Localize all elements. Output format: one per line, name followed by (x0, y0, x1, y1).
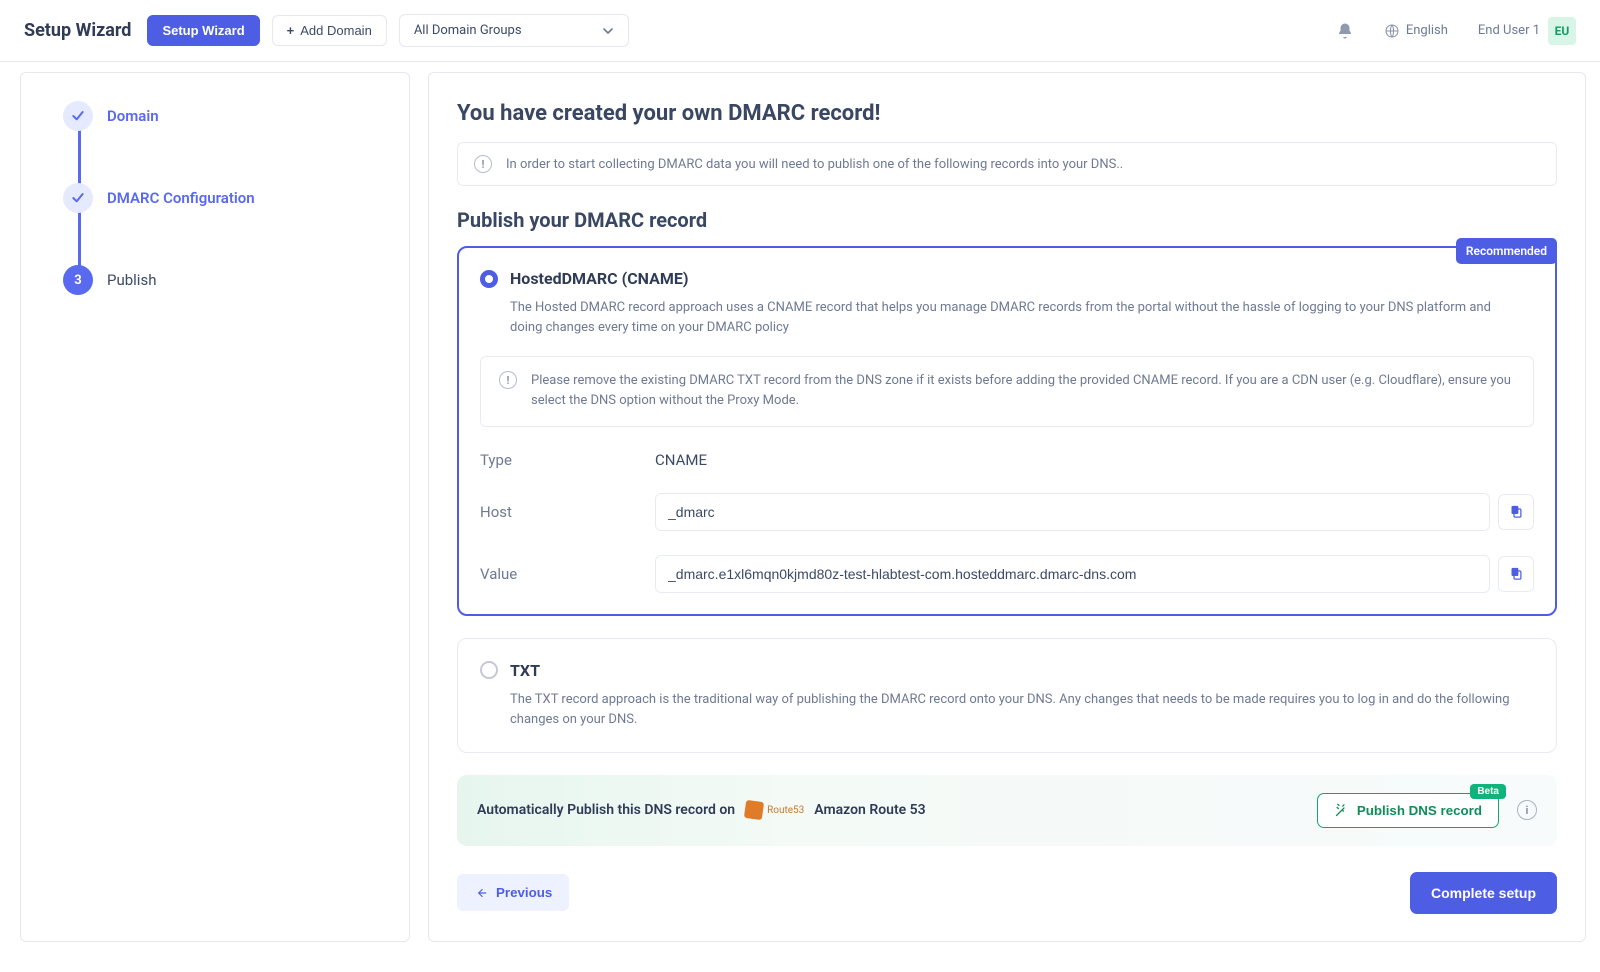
field-host-label: Host (480, 503, 655, 521)
top-info-alert: ! In order to start collecting DMARC dat… (457, 142, 1557, 186)
option-hosted-dmarc[interactable]: Recommended HostedDMARC (CNAME) The Host… (457, 246, 1557, 616)
step-label: DMARC Configuration (107, 189, 255, 207)
wizard-steps: Domain DMARC Configuration 3 Publish (41, 101, 389, 295)
wizard-sidebar: Domain DMARC Configuration 3 Publish (20, 72, 410, 942)
field-type: Type CNAME (480, 451, 1534, 469)
language-switcher[interactable]: English (1384, 23, 1448, 39)
hosted-description: The Hosted DMARC record approach uses a … (510, 298, 1520, 338)
option-txt[interactable]: TXT The TXT record approach is the tradi… (457, 638, 1557, 753)
copy-icon (1509, 566, 1524, 581)
step-dmarc-configuration[interactable]: DMARC Configuration (63, 183, 389, 265)
user-name-label: End User 1 (1478, 23, 1540, 38)
step-domain[interactable]: Domain (63, 101, 389, 183)
field-type-label: Type (480, 451, 655, 469)
topbar: Setup Wizard Setup Wizard + Add Domain A… (0, 0, 1600, 62)
wand-icon (1334, 803, 1349, 818)
field-value-label: Value (480, 565, 655, 583)
value-input[interactable] (655, 555, 1490, 593)
step-label: Domain (107, 107, 159, 125)
wizard-footer: Previous Complete setup (457, 872, 1557, 914)
add-domain-button[interactable]: + Add Domain (272, 15, 387, 46)
copy-host-button[interactable] (1498, 494, 1534, 530)
setup-wizard-button[interactable]: Setup Wizard (147, 15, 259, 46)
recommended-badge: Recommended (1456, 238, 1557, 264)
beta-badge: Beta (1470, 784, 1506, 799)
bell-icon[interactable] (1336, 22, 1354, 40)
txt-radio-row[interactable]: TXT (480, 661, 1534, 680)
complete-setup-button-label: Complete setup (1431, 885, 1536, 901)
check-icon (63, 101, 93, 131)
check-icon (63, 183, 93, 213)
page-title: You have created your own DMARC record! (457, 101, 1557, 126)
auto-publish-prefix: Automatically Publish this DNS record on (477, 802, 735, 818)
field-host: Host (480, 493, 1534, 531)
hosted-warning: ! Please remove the existing DMARC TXT r… (480, 356, 1534, 426)
previous-button-label: Previous (496, 885, 552, 900)
step-label: Publish (107, 271, 156, 289)
copy-icon (1509, 504, 1524, 519)
domain-group-select[interactable]: All Domain Groups (399, 14, 629, 47)
main-panel: You have created your own DMARC record! … (428, 72, 1586, 942)
layout: Domain DMARC Configuration 3 Publish You… (0, 62, 1600, 972)
hosted-warning-text: Please remove the existing DMARC TXT rec… (531, 371, 1515, 411)
auto-publish-panel: Automatically Publish this DNS record on… (457, 775, 1557, 846)
route53-logo-icon: Route53 (745, 801, 804, 819)
hosted-radio-label: HostedDMARC (CNAME) (510, 269, 688, 288)
info-icon[interactable]: i (1517, 800, 1537, 820)
domain-group-selected-label: All Domain Groups (414, 23, 522, 38)
info-icon: ! (474, 155, 492, 173)
step-number: 3 (63, 265, 93, 295)
user-menu[interactable]: End User 1 EU (1478, 17, 1576, 45)
copy-value-button[interactable] (1498, 556, 1534, 592)
complete-setup-button[interactable]: Complete setup (1410, 872, 1557, 914)
brand-title: Setup Wizard (24, 20, 131, 41)
globe-icon (1384, 23, 1400, 39)
top-info-alert-text: In order to start collecting DMARC data … (506, 157, 1123, 172)
field-type-value: CNAME (655, 451, 707, 469)
radio-on-icon[interactable] (480, 270, 498, 288)
radio-off-icon[interactable] (480, 661, 498, 679)
setup-wizard-button-label: Setup Wizard (162, 24, 244, 37)
arrow-left-icon (474, 886, 488, 900)
auto-publish-provider: Amazon Route 53 (814, 802, 925, 818)
step-publish[interactable]: 3 Publish (63, 265, 389, 295)
hosted-radio-row[interactable]: HostedDMARC (CNAME) (480, 269, 1534, 288)
publish-dns-button-label: Publish DNS record (1357, 803, 1482, 818)
section-subtitle: Publish your DMARC record (457, 208, 1557, 232)
plus-icon: + (287, 24, 295, 37)
txt-description: The TXT record approach is the tradition… (510, 690, 1520, 730)
host-input[interactable] (655, 493, 1490, 531)
avatar: EU (1548, 17, 1576, 45)
publish-dns-button[interactable]: Publish DNS record Beta (1317, 793, 1499, 828)
chevron-down-icon (602, 25, 614, 37)
field-value: Value (480, 555, 1534, 593)
info-icon: ! (499, 371, 517, 389)
add-domain-button-label: Add Domain (300, 24, 372, 37)
previous-button[interactable]: Previous (457, 874, 569, 911)
txt-radio-label: TXT (510, 661, 540, 680)
language-label: English (1406, 23, 1448, 38)
